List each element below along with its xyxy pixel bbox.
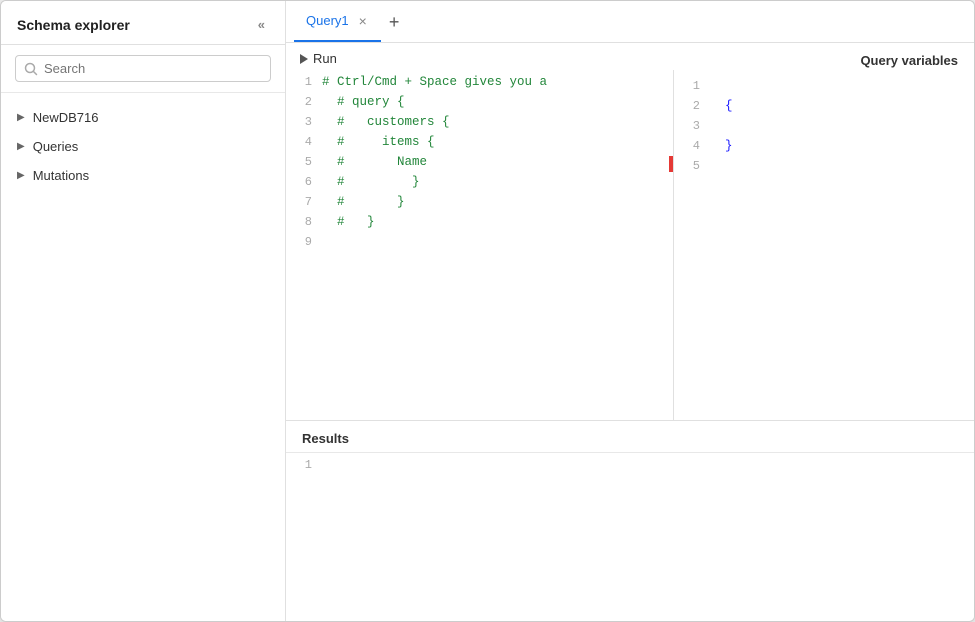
app-window: Schema explorer « ▶ NewDB716 ▶ Queries [0,0,975,622]
line-number: 9 [286,234,322,249]
result-line: 1 [286,457,974,477]
main-content: Query1 × + Run 1# Ctrl/Cmd + Space gives… [286,1,974,621]
qv-line: 3 [674,118,974,138]
tab-query1[interactable]: Query1 × [294,1,381,42]
sidebar-nav: ▶ NewDB716 ▶ Queries ▶ Mutations [1,93,285,621]
search-area [1,45,285,93]
qv-line-content [710,118,974,119]
collapse-sidebar-button[interactable]: « [254,15,269,34]
query-variables-panel: Query variables 1 2 {3 4 }5 [674,43,974,420]
sidebar-item-label-queries: Queries [33,139,79,154]
qv-line-number: 2 [674,98,710,113]
code-line: 1# Ctrl/Cmd + Space gives you a [286,74,673,94]
tab-label: Query1 [306,13,349,28]
line-number: 1 [286,74,322,89]
qv-line-content: } [710,138,974,153]
code-line: 4 # items { [286,134,673,154]
line-number: 4 [286,134,322,149]
sidebar-item-label-newdb: NewDB716 [33,110,99,125]
sidebar-item-label-mutations: Mutations [33,168,89,183]
query-variables-title: Query variables [674,43,974,74]
line-number: 3 [286,114,322,129]
qv-line: 2 { [674,98,974,118]
qv-line: 1 [674,78,974,98]
qv-line-content [710,158,974,159]
sidebar-item-mutations[interactable]: ▶ Mutations [1,161,285,190]
tab-bar: Query1 × + [286,1,974,43]
sidebar-title: Schema explorer [17,17,130,33]
chevron-right-icon: ▶ [17,112,25,123]
run-triangle-icon [300,54,308,64]
sidebar-header: Schema explorer « [1,1,285,45]
qv-line-content [710,78,974,79]
code-line: 2 # query { [286,94,673,114]
qv-line: 5 [674,158,974,178]
search-input-wrap [15,55,271,82]
chevron-right-icon: ▶ [17,170,25,181]
line-content: # customers { [322,114,673,129]
chevron-right-icon: ▶ [17,141,25,152]
line-content: # } [322,214,673,229]
query-variables-code[interactable]: 1 2 {3 4 }5 [674,74,974,182]
line-content: # } [322,174,673,189]
line-content: # } [322,194,673,209]
code-line: 6 # } [286,174,673,194]
search-input[interactable] [44,61,262,76]
code-line: 8 # } [286,214,673,234]
line-content: # query { [322,94,673,109]
code-editor[interactable]: 1# Ctrl/Cmd + Space gives you a2 # query… [286,70,674,420]
results-section: Results 1 [286,421,974,621]
line-number: 6 [286,174,322,189]
qv-line-number: 5 [674,158,710,173]
qv-line-number: 1 [674,78,710,93]
qv-line-number: 3 [674,118,710,133]
line-number: 8 [286,214,322,229]
code-line: 7 # } [286,194,673,214]
code-line: 9 [286,234,673,254]
qv-line-content: { [710,98,974,113]
result-line-number: 1 [286,457,322,472]
sidebar-item-queries[interactable]: ▶ Queries [1,132,285,161]
cursor-mark [669,156,673,172]
line-content: # items { [322,134,673,149]
results-code[interactable]: 1 [286,453,974,481]
editor-code-area: Run 1# Ctrl/Cmd + Space gives you a2 # q… [286,43,674,420]
results-title: Results [286,421,974,453]
line-number: 5 [286,154,322,169]
search-icon [24,62,38,76]
line-content: # Name [322,154,673,169]
sidebar: Schema explorer « ▶ NewDB716 ▶ Queries [1,1,286,621]
run-btn-row: Run [286,43,674,70]
code-line: 5 # Name [286,154,673,174]
line-content [322,234,673,235]
code-line: 3 # customers { [286,114,673,134]
qv-line-number: 4 [674,138,710,153]
run-label: Run [313,51,337,66]
qv-line: 4 } [674,138,974,158]
code-panel: 1# Ctrl/Cmd + Space gives you a2 # query… [286,70,674,420]
line-content: # Ctrl/Cmd + Space gives you a [322,74,673,89]
add-tab-button[interactable]: + [381,9,408,35]
line-number: 2 [286,94,322,109]
editor-section: Run 1# Ctrl/Cmd + Space gives you a2 # q… [286,43,974,421]
sidebar-item-newdb[interactable]: ▶ NewDB716 [1,103,285,132]
line-number: 7 [286,194,322,209]
tab-close-button[interactable]: × [357,14,369,28]
run-button[interactable]: Run [300,51,337,66]
